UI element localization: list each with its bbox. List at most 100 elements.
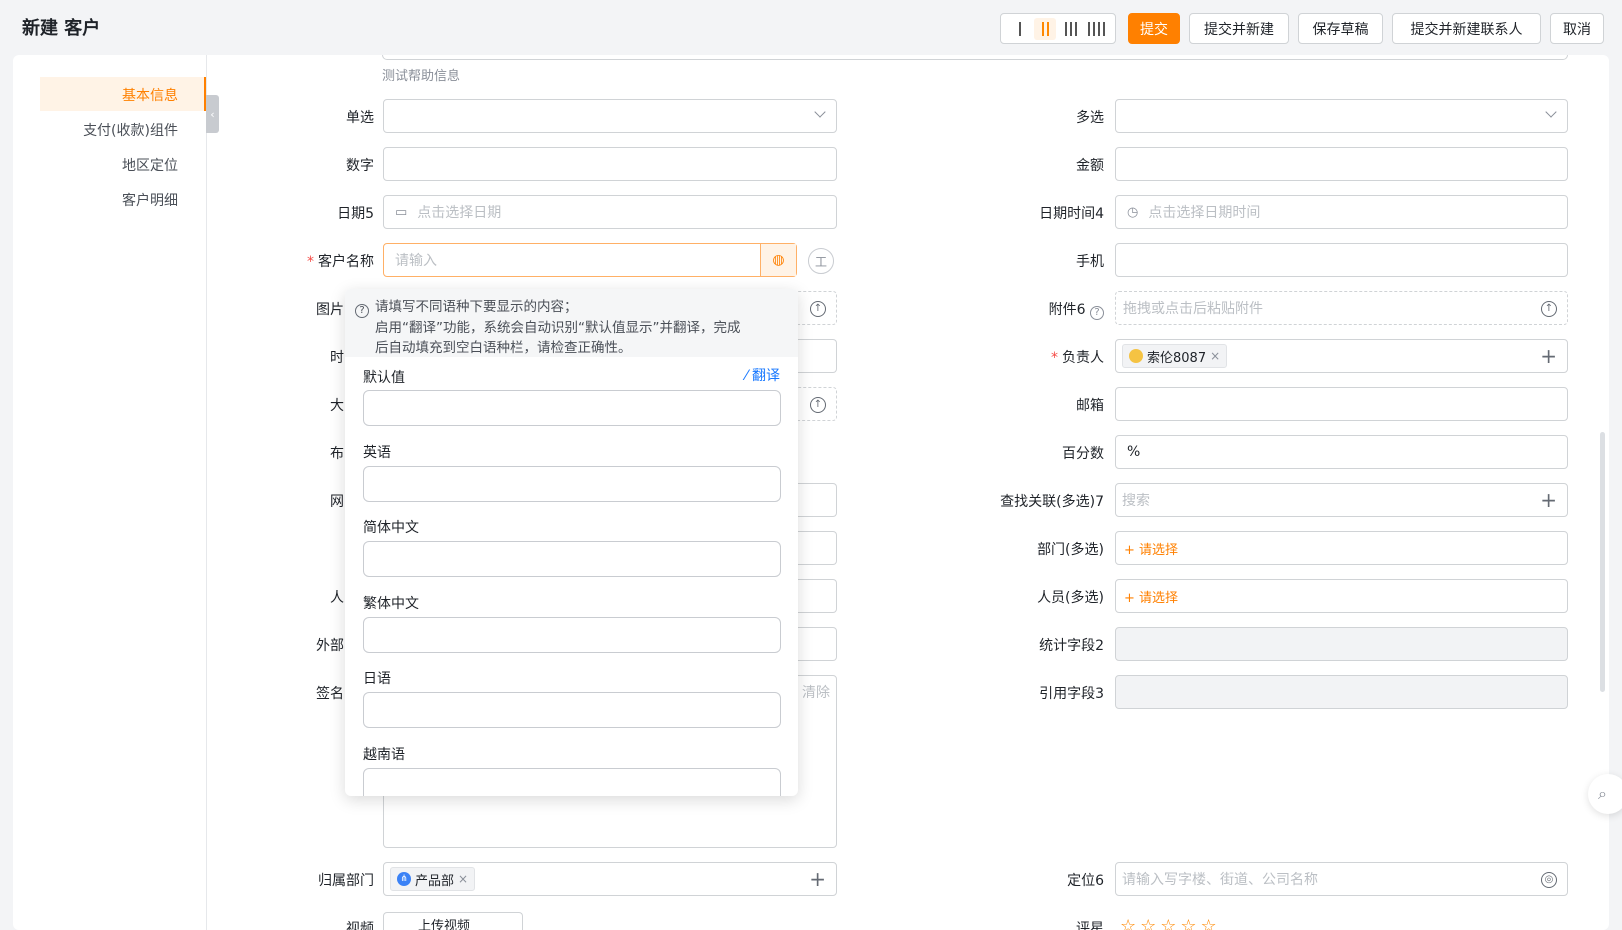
three-column-option[interactable] [1060,18,1082,40]
page-header: 新建 客户 提交 提交并新建 保存草稿 提交并新建联系人 取消 [0,0,1622,54]
four-column-option[interactable] [1085,18,1107,40]
boolean-label: 布 [330,446,344,462]
percent-input[interactable]: % [1115,435,1568,469]
add-icon[interactable]: + [1540,489,1557,511]
amount-label: 金额 [1076,158,1104,174]
submit-and-new-button[interactable]: 提交并新建 [1189,13,1289,44]
lang-input-japanese[interactable] [363,692,781,728]
customer-name-input[interactable]: 请输入 ◍ [383,243,797,277]
help-text: 测试帮助信息 [382,69,461,84]
lang-label-vietnamese: 越南语 [363,747,405,763]
single-select[interactable] [383,99,837,133]
video-label: 视频 [346,921,374,930]
stat-field-label: 统计字段2 [1039,638,1104,654]
page-title: 新建 客户 [22,18,101,39]
save-draft-button[interactable]: 保存草稿 [1298,13,1383,44]
add-icon[interactable]: + [809,868,826,890]
person-multi-select[interactable]: + 请选择 [1115,579,1568,613]
email-label: 邮箱 [1076,398,1104,414]
submit-and-new-contact-button[interactable]: 提交并新建联系人 [1392,13,1541,44]
formula-icon[interactable]: 工 [808,248,834,274]
department-label: 归属部门 [318,873,374,889]
location-input[interactable]: 请输入写字楼、街道、公司名称 ◎ [1115,862,1568,896]
collapse-sidebar-button[interactable]: ‹ [206,95,219,133]
lang-input-default[interactable] [363,390,781,426]
email-input[interactable] [1115,387,1568,421]
sidebar-item-customer-detail[interactable]: 客户明细 [0,190,178,210]
attachment-label: 附件6 ? [1000,299,1104,320]
owner-label: * 负责人 [1051,350,1104,366]
datetime-input[interactable]: ◷ 点击选择日期时间 [1115,195,1568,229]
scrollbar[interactable] [1600,432,1605,692]
upload-cloud-icon: ↑ [1541,301,1557,317]
department-select[interactable]: ⋔ 产品部 × + [383,862,837,896]
date-label: 日期5 [337,206,374,222]
remove-tag-icon[interactable]: × [458,872,468,886]
person-multi-label: 人员(多选) [1037,590,1104,606]
help-icon[interactable]: ? [1090,305,1104,320]
calendar-icon: ▭ [395,204,408,220]
translate-icon: ⁄ [745,368,752,384]
amount-input[interactable] [1115,147,1568,181]
remove-tag-icon[interactable]: × [1210,349,1220,363]
large-text-label: 大 [330,398,344,414]
customer-name-label: * 客户名称 [307,254,374,270]
sidebar-item-basic-info[interactable]: 基本信息 [0,85,178,105]
upload-cloud-icon: ↑ [810,397,826,413]
add-icon[interactable]: + [1540,345,1557,367]
single-select-label: 单选 [346,110,374,126]
dept-multi-select[interactable]: + 请选择 [1115,531,1568,565]
number-input[interactable] [383,147,837,181]
website-label: 网 [330,494,344,510]
multi-select[interactable] [1115,99,1568,133]
search-icon[interactable]: ⌕ [1588,774,1622,814]
submit-button[interactable]: 提交 [1128,13,1180,44]
dept-multi-label: 部门(多选) [1037,542,1104,558]
language-globe-icon[interactable]: ◍ [760,244,796,276]
locate-icon[interactable]: ◎ [1541,872,1557,888]
help-icon: ? [355,304,369,318]
video-upload-button[interactable]: 上传视频 [383,912,523,930]
mobile-label: 手机 [1076,254,1104,270]
multi-select-label: 多选 [1076,110,1104,126]
stat-field [1115,627,1568,661]
signature-label: 签名 [316,686,344,702]
lang-label-zh-hans: 简体中文 [363,520,419,536]
column-layout-switch[interactable] [1000,13,1116,44]
attachment-upload[interactable]: 拖拽或点击后粘贴附件 ↑ [1115,291,1568,325]
chevron-down-icon [1545,106,1557,118]
signature-clear-button[interactable]: 清除 [802,682,830,702]
previous-field-border [382,55,1568,60]
mobile-input[interactable] [1115,243,1568,277]
lang-label-default: 默认值 [363,370,405,386]
chevron-down-icon [814,106,826,118]
two-column-option[interactable] [1034,17,1057,40]
lookup-input[interactable]: 搜索 + [1115,483,1568,517]
sidebar-item-location[interactable]: 地区定位 [0,155,178,175]
lang-input-zh-hant[interactable] [363,617,781,653]
location-label: 定位6 [1067,873,1104,889]
percent-label: 百分数 [1062,446,1104,462]
external-label: 外部 [316,638,344,654]
lang-label-japanese: 日语 [363,671,391,687]
sidebar-item-payment[interactable]: 支付(收款)组件 [0,120,178,140]
ref-field-label: 引用字段3 [1039,686,1104,702]
one-column-option[interactable] [1009,18,1031,40]
owner-select[interactable]: 索伦8087 × + [1115,339,1568,373]
multilingual-popover: ? 请填写不同语种下要显示的内容； 启用“翻译”功能，系统会自动识别“默认值显示”… [345,289,798,796]
upload-cloud-icon: ↑ [810,301,826,317]
rating-label: 评星 [1076,921,1104,930]
section-sidebar [13,55,207,930]
department-tag: ⋔ 产品部 × [390,867,476,891]
date-input[interactable]: ▭ 点击选择日期 [383,195,837,229]
avatar [1129,349,1143,363]
datetime-label: 日期时间4 [1039,206,1104,222]
lang-input-vietnamese[interactable] [363,768,781,796]
cancel-button[interactable]: 取消 [1550,13,1604,44]
lang-input-english[interactable] [363,466,781,502]
lang-input-zh-hans[interactable] [363,541,781,577]
translate-button[interactable]: ⁄ 翻译 [745,365,780,385]
rating-stars[interactable]: ☆☆☆☆☆ [1120,916,1221,930]
number-label: 数字 [346,158,374,174]
image-label: 图片 [316,302,344,318]
